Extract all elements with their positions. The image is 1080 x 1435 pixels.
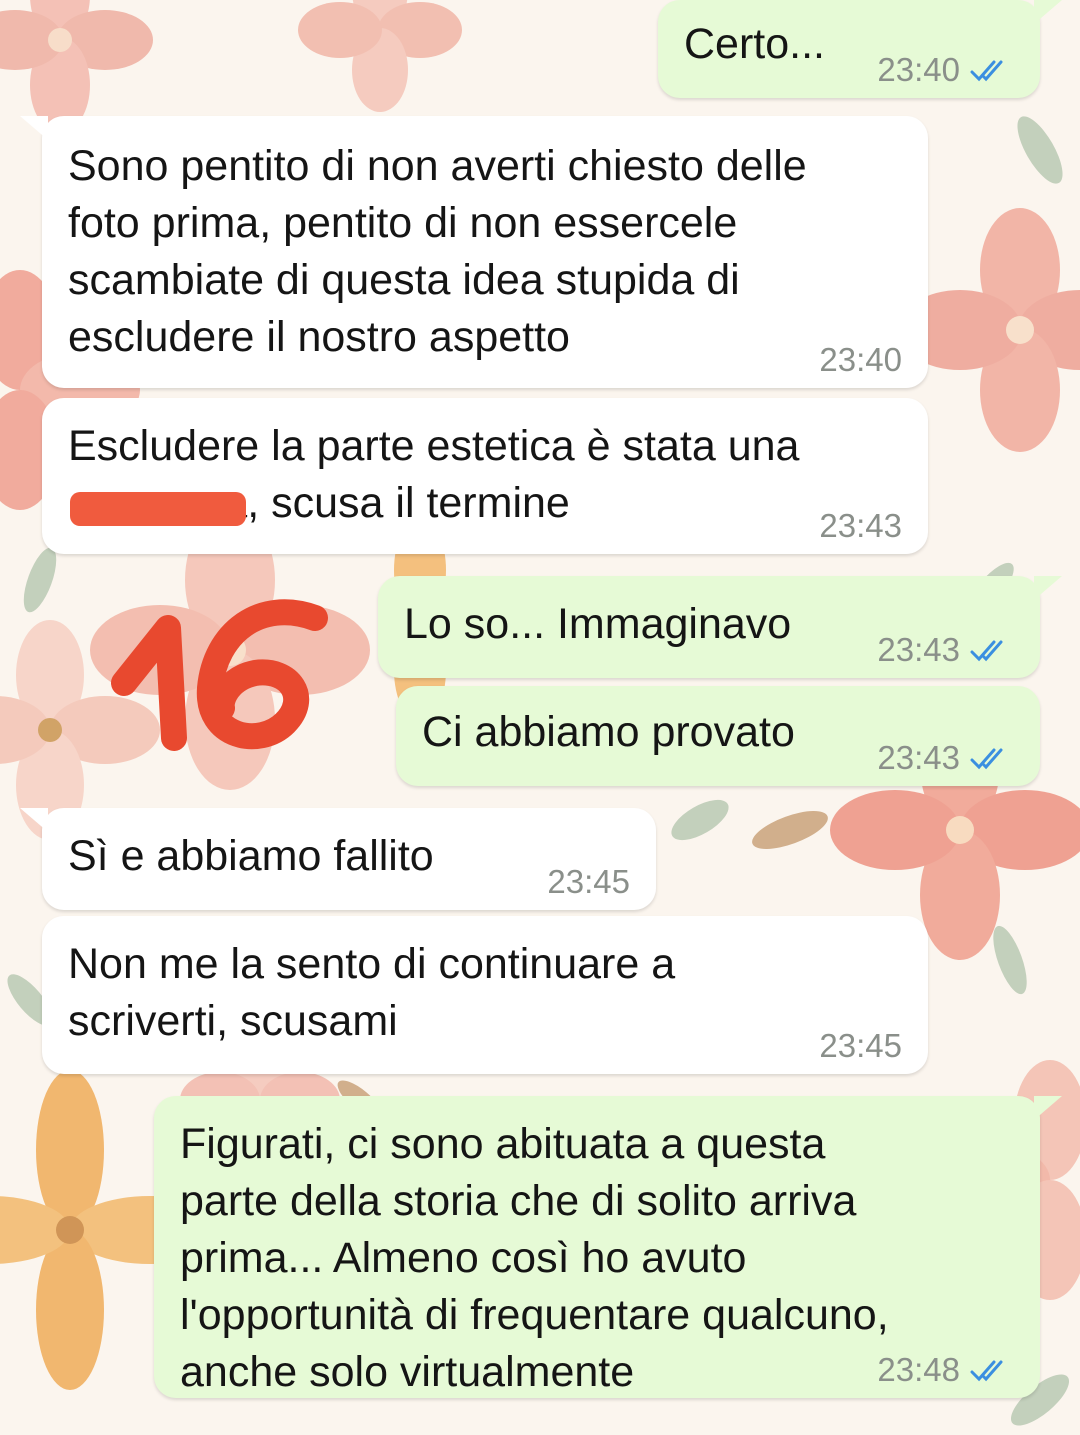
message-time: 23:43	[877, 739, 960, 776]
message-time: 23:40	[877, 51, 960, 88]
redaction-mark	[70, 492, 246, 526]
read-double-check-icon	[970, 58, 1014, 82]
message-time: 23:43	[819, 507, 902, 544]
message-bubble-outgoing[interactable]: Figurati, ci sono abituata a questa part…	[154, 1096, 1062, 1398]
message-meta: 23:43	[877, 630, 1014, 670]
message-bubble-outgoing[interactable]: Lo so... Immaginavo 23:43	[378, 576, 1062, 678]
message-meta: 23:43	[877, 738, 1014, 778]
message-text: Certo...	[684, 20, 825, 68]
read-double-check-icon	[970, 746, 1014, 770]
message-bubble-incoming[interactable]: Sono pentito di non averti chiesto delle…	[20, 116, 928, 388]
message-text: Sì e abbiamo fallito	[68, 832, 434, 880]
message-time: 23:45	[819, 1027, 902, 1064]
message-time: 23:45	[547, 863, 630, 900]
message-text: Sono pentito di non averti chiesto delle…	[68, 142, 807, 361]
message-meta: 23:40	[819, 340, 902, 380]
message-bubble-incoming[interactable]: Sì e abbiamo fallito 23:45	[20, 808, 656, 910]
message-bubble-incoming[interactable]: Non me la sento di continuare a scrivert…	[42, 916, 928, 1074]
message-time: 23:48	[877, 1351, 960, 1388]
read-double-check-icon	[970, 638, 1014, 662]
annotation-number: 16	[110, 588, 330, 768]
message-meta: 23:45	[819, 1026, 902, 1066]
message-bubble-outgoing[interactable]: Certo... 23:40	[658, 0, 1062, 98]
message-text: Lo so... Immaginavo	[404, 600, 792, 648]
message-text: Figurati, ci sono abituata a questa part…	[180, 1120, 889, 1396]
message-bubble-outgoing[interactable]: Ci abbiamo provato 23:43	[396, 686, 1040, 786]
message-meta: 23:43	[819, 506, 902, 546]
message-time: 23:40	[819, 341, 902, 378]
message-meta: 23:40	[877, 50, 1014, 90]
read-double-check-icon	[970, 1358, 1014, 1382]
message-bubble-incoming[interactable]: Escludere la parte estetica è stata una …	[42, 398, 928, 554]
message-meta: 23:45	[547, 862, 630, 902]
message-text: Ci abbiamo provato	[422, 708, 795, 756]
message-meta: 23:48	[877, 1350, 1014, 1390]
message-time: 23:43	[877, 631, 960, 668]
message-text: Non me la sento di continuare a scrivert…	[68, 940, 676, 1045]
